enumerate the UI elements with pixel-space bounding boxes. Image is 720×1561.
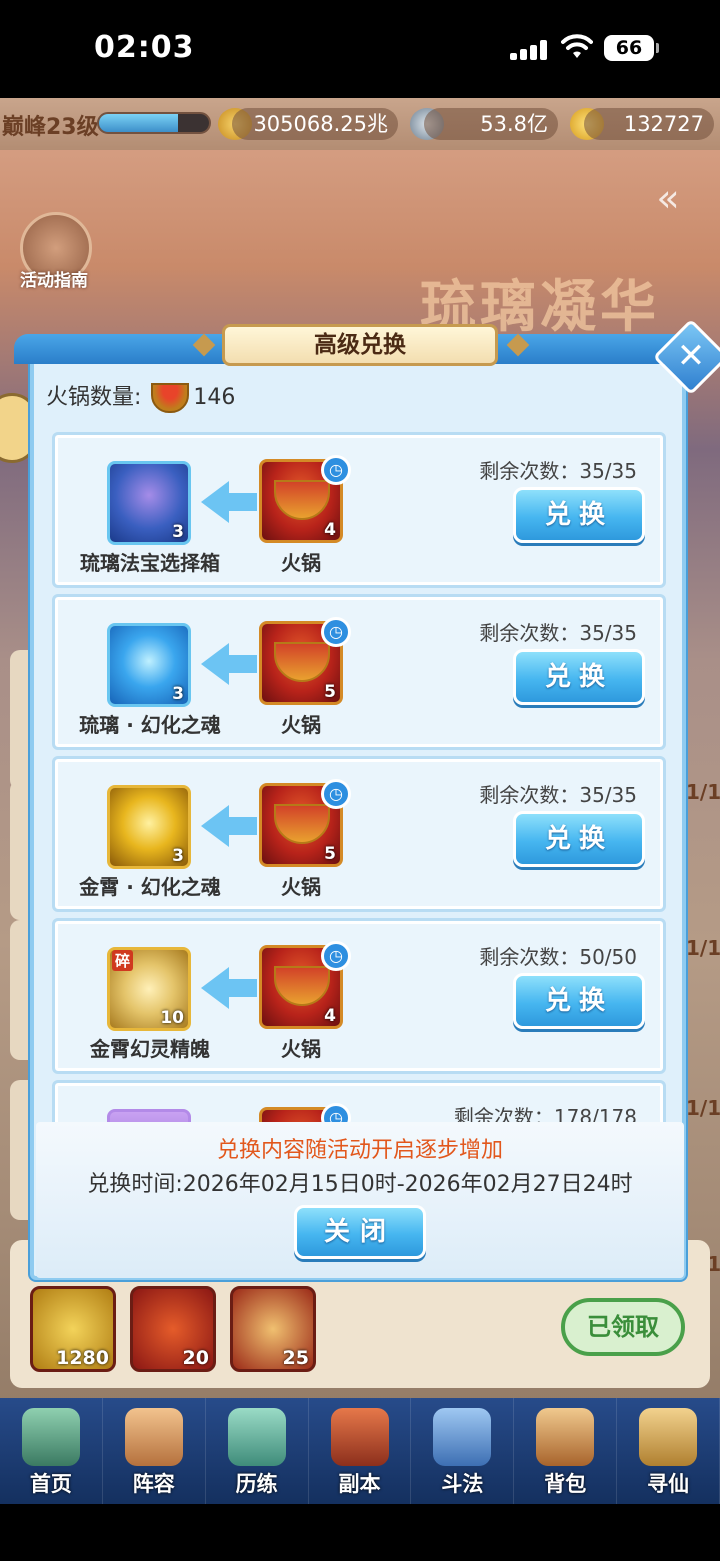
bag-icon — [536, 1408, 595, 1466]
cost-name: 火锅 — [281, 875, 321, 899]
item-name: 琉璃 · 幻化之魂 — [79, 713, 221, 737]
silver-value: 53.8亿 — [424, 108, 558, 140]
purple-item-icon — [107, 1109, 191, 1122]
cost-name: 火锅 — [281, 713, 321, 737]
clock-icon: ◷ — [321, 941, 351, 971]
bg-fraction: 1/1 — [686, 780, 720, 804]
nav-dungeon[interactable]: 副本 — [309, 1398, 412, 1504]
nav-training[interactable]: 历练 — [206, 1398, 309, 1504]
clock-icon: ◷ — [321, 617, 351, 647]
dungeon-icon — [330, 1408, 389, 1466]
player-level: 巅峰23级 — [2, 115, 99, 140]
combat-power-value: 305068.25兆 — [232, 108, 398, 140]
bg-fraction: 1/1 — [686, 936, 720, 960]
remaining-count: 剩余次数：50/50 — [479, 945, 637, 969]
exchange-row: 碎 10 4 ◷ 金霄幻灵精魄 火锅 剩余次数：50/50 兑换 — [52, 918, 666, 1074]
exchange-row: 3 5 ◷ 金霄 · 幻化之魂 火锅 剩余次数：35/35 兑换 — [52, 756, 666, 912]
item-name: 金霄幻灵精魄 — [90, 1037, 210, 1061]
exchange-row: ◷ 剩余次数：178/178 — [52, 1080, 666, 1122]
nav-seek[interactable]: 寻仙 — [617, 1398, 720, 1504]
arrow-left-icon — [201, 805, 257, 847]
cost-name: 火锅 — [281, 551, 321, 575]
training-icon — [227, 1408, 286, 1466]
remaining-count: 剩余次数：35/35 — [479, 621, 637, 645]
item-name: 琉璃法宝选择箱 — [80, 551, 220, 575]
lineup-icon — [124, 1408, 183, 1466]
home-indicator-area — [0, 1504, 720, 1561]
blue-soul-icon: 3 — [107, 623, 191, 707]
back-arrow-icon[interactable]: « — [640, 170, 696, 226]
hotpot-count-value: 146 — [193, 385, 236, 410]
exchange-time-range: 兑换时间:2026年02月15日0时-2026年02月27日24时 — [87, 1172, 633, 1197]
exchange-button[interactable]: 兑换 — [513, 973, 645, 1029]
remaining-count: 剩余次数：178/178 — [453, 1105, 637, 1122]
exchange-row: 3 5 ◷ 琉璃 · 幻化之魂 火锅 剩余次数：35/35 兑换 — [52, 594, 666, 750]
gold-soul-icon: 3 — [107, 785, 191, 869]
dialog-title: 高级兑换 — [222, 324, 498, 366]
fragment-badge: 碎 — [112, 950, 134, 971]
battery-icon: 66 — [604, 35, 659, 61]
exchange-notice: 兑换内容随活动开启逐步增加 — [216, 1138, 503, 1163]
gold-value: 132727 — [584, 108, 714, 140]
remaining-count: 剩余次数：35/35 — [479, 459, 637, 483]
status-bar: 02:03 66 — [0, 0, 720, 98]
seek-icon — [639, 1408, 698, 1466]
exchange-list[interactable]: 3 4 ◷ 琉璃法宝选择箱 火锅 剩余次数：35/35 兑换 3 5 ◷ 琉璃 … — [52, 432, 666, 1122]
battle-icon — [433, 1408, 492, 1466]
arrow-left-icon — [201, 481, 257, 523]
close-button[interactable]: 关闭 — [294, 1205, 426, 1259]
nav-bag[interactable]: 背包 — [514, 1398, 618, 1504]
close-icon[interactable]: ✕ — [664, 330, 718, 384]
reward-hotpot[interactable]: 20 — [130, 1286, 216, 1372]
cellular-signal-icon — [510, 38, 548, 60]
hotpot-count-row: 火锅数量: 146 — [46, 382, 235, 414]
item-name: 金霄 · 幻化之魂 — [79, 875, 221, 899]
status-time: 02:03 — [94, 30, 195, 65]
bottom-nav: 首页 阵容 历练 副本 斗法 背包 寻仙 — [0, 1398, 720, 1504]
nav-battle[interactable]: 斗法 — [411, 1398, 515, 1504]
hotpot-count-label: 火锅数量: — [46, 385, 142, 410]
guide-label: 活动指南 — [20, 271, 88, 291]
reward-treasure-chest[interactable]: 25 — [230, 1286, 316, 1372]
exchange-button[interactable]: 兑换 — [513, 811, 645, 867]
clock-icon: ◷ — [321, 779, 351, 809]
level-progress-bar — [97, 112, 211, 134]
clock-icon: ◷ — [321, 455, 351, 485]
exchange-button[interactable]: 兑换 — [513, 487, 645, 543]
golden-spirit-fragment-icon: 碎 10 — [107, 947, 191, 1031]
remaining-count: 剩余次数：35/35 — [479, 783, 637, 807]
nav-home[interactable]: 首页 — [0, 1398, 103, 1504]
claimed-button[interactable]: 已领取 — [561, 1298, 685, 1356]
home-icon — [22, 1408, 80, 1466]
arrow-left-icon — [201, 967, 257, 1009]
hotpot-icon — [151, 383, 190, 413]
arrow-left-icon — [201, 643, 257, 685]
clock-icon: ◷ — [321, 1103, 351, 1122]
bg-fraction: 1/1 — [686, 1096, 720, 1120]
exchange-row: 3 4 ◷ 琉璃法宝选择箱 火锅 剩余次数：35/35 兑换 — [52, 432, 666, 588]
cost-name: 火锅 — [281, 1037, 321, 1061]
wifi-icon — [561, 34, 593, 58]
reward-gold-ingots[interactable]: 1280 — [30, 1286, 116, 1372]
nav-lineup[interactable]: 阵容 — [103, 1398, 206, 1504]
exchange-button[interactable]: 兑换 — [513, 649, 645, 705]
treasure-box-icon: 3 — [107, 461, 191, 545]
